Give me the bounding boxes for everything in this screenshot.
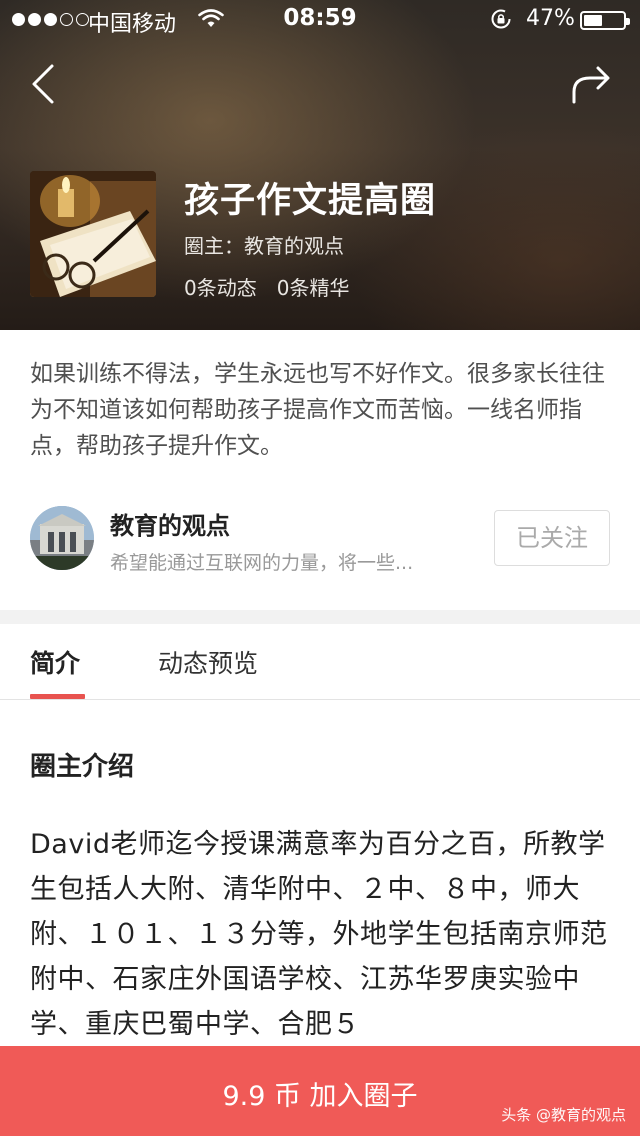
tab-bar: 简介 动态预览 [0, 624, 640, 700]
posts-count: 0条动态 [184, 276, 257, 300]
tab-preview[interactable]: 动态预览 [158, 644, 258, 680]
featured-count: 0条精华 [276, 276, 350, 300]
owner-bio: 希望能通过互联网的力量，将一些... [110, 552, 414, 574]
intro-heading: 圈主介绍 [30, 752, 135, 782]
circle-owner-label[interactable]: 圈主：教育的观点 [184, 230, 344, 259]
lock-rotation-icon [491, 9, 511, 29]
owner-name[interactable]: 教育的观点 [110, 506, 230, 541]
circle-title: 孩子作文提高圈 [184, 181, 437, 221]
section-divider [0, 610, 640, 624]
circle-header: 中国移动 08:59 47% 孩子作文提高圈 圈主：教育的观点 0条动态 0条精… [0, 0, 640, 330]
circle-stats: 0条动态 0条精华 [184, 272, 349, 301]
battery-icon [580, 11, 630, 30]
share-icon[interactable] [566, 60, 616, 108]
building-photo [30, 506, 94, 570]
candle-paper-illustration [30, 171, 156, 297]
intro-body: David老师迄今授课满意率为百分之百，所教学生包括人大附、清华附中、２中、８中… [30, 829, 608, 1040]
circle-description: 如果训练不得法，学生永远也写不好作文。很多家长往往为不知道该如何帮助孩子提高作文… [30, 361, 605, 459]
battery-percent: 47% [526, 6, 575, 31]
back-arrow-icon[interactable] [24, 58, 64, 110]
follow-button[interactable]: 已关注 [494, 510, 610, 566]
watermark: 头条 @教育的观点 [501, 1106, 626, 1124]
owner-avatar[interactable] [30, 506, 94, 570]
status-bar: 中国移动 08:59 47% [0, 0, 640, 40]
tab-intro[interactable]: 简介 [30, 644, 80, 680]
active-tab-indicator [30, 694, 85, 699]
join-circle-button[interactable]: 9.9 币 加入圈子 头条 @教育的观点 [0, 1046, 640, 1136]
circle-cover-image [30, 171, 156, 297]
